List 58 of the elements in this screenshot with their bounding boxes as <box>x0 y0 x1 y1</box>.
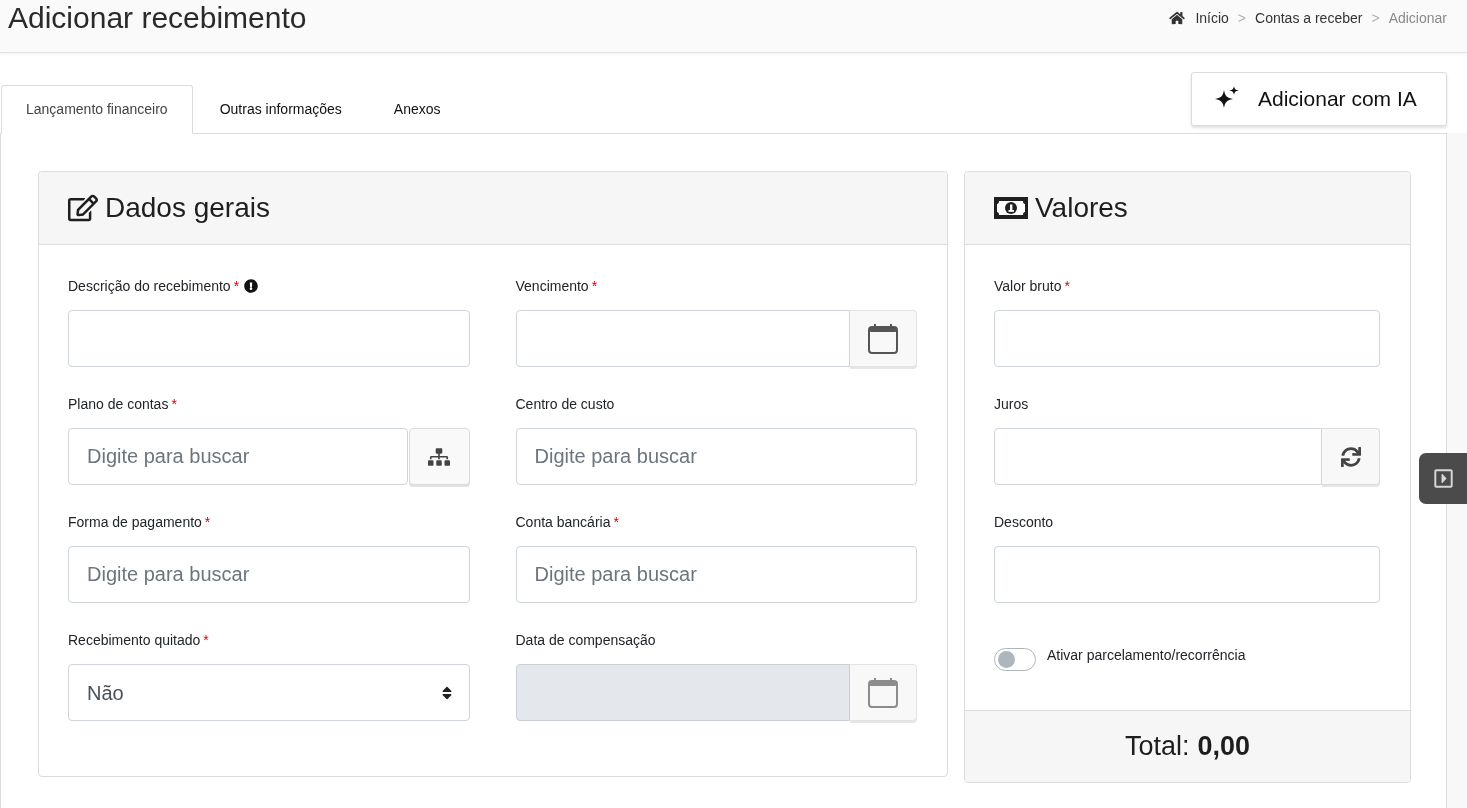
field-label: Data de compensação <box>515 630 656 650</box>
field-label: Vencimento <box>515 276 589 296</box>
toggle-label: Ativar parcelamento/recorrência <box>1047 646 1246 665</box>
field-label: Conta bancária <box>515 512 611 532</box>
required-mark: * <box>613 515 619 529</box>
required-mark: * <box>591 279 598 293</box>
calendar-icon <box>868 323 898 354</box>
required-mark: * <box>1064 279 1070 293</box>
field-label: Descrição do recebimento <box>68 276 231 296</box>
sitemap-icon <box>428 446 450 467</box>
tab[interactable]: Lançamento financeiro <box>1 85 193 134</box>
refresh-button[interactable] <box>1322 428 1380 485</box>
field-label: Recebimento quitado <box>68 630 201 650</box>
breadcrumb-link[interactable]: Contas a receber <box>1255 7 1363 29</box>
calendar-button[interactable] <box>850 310 917 367</box>
search-field[interactable]: Digite para buscar <box>68 428 408 485</box>
tree-button[interactable] <box>408 428 470 485</box>
banknote-icon <box>994 197 1028 219</box>
input-field[interactable] <box>994 428 1322 485</box>
breadcrumb-link[interactable]: Início <box>1169 7 1229 29</box>
required-mark: * <box>233 279 240 293</box>
page-title: Adicionar recebimento <box>8 0 307 36</box>
field-label: Forma de pagamento <box>68 512 202 532</box>
calendar-button[interactable] <box>850 664 917 721</box>
total-value: 0,00 <box>1197 730 1251 764</box>
home-icon <box>1169 11 1186 25</box>
input-field[interactable] <box>68 310 470 367</box>
required-mark: * <box>204 515 211 529</box>
breadcrumb-separator: > <box>1237 8 1247 28</box>
field-label: Valor bruto <box>994 276 1062 296</box>
field-label: Desconto <box>994 512 1054 532</box>
play-icon <box>1432 468 1454 489</box>
field-label: Plano de contas <box>68 394 169 414</box>
search-field[interactable]: Digite para buscar <box>68 546 470 603</box>
field-label: Juros <box>994 394 1029 414</box>
tab[interactable]: Outras informações <box>194 85 367 134</box>
ai-add-button[interactable]: Adicionar com IA <box>1191 72 1447 126</box>
input-field[interactable] <box>994 546 1380 603</box>
calendar-icon <box>868 677 898 708</box>
required-mark: * <box>171 397 177 411</box>
card-title: Valores <box>1035 191 1128 225</box>
tab[interactable]: Anexos <box>368 85 466 134</box>
side-panel-button[interactable] <box>1419 453 1467 504</box>
edit-icon <box>68 194 98 222</box>
search-field[interactable]: Digite para buscar <box>515 428 917 485</box>
sort-caret-icon <box>440 684 453 701</box>
toggle-switch[interactable] <box>994 648 1036 671</box>
select-field[interactable]: Não <box>68 664 470 721</box>
input-field[interactable] <box>994 310 1380 367</box>
field-label: Centro de custo <box>515 394 615 414</box>
date-field[interactable] <box>515 310 850 367</box>
refresh-icon <box>1340 446 1361 467</box>
search-field[interactable]: Digite para buscar <box>515 546 917 603</box>
breadcrumb-separator: > <box>1371 8 1380 28</box>
info-icon[interactable] <box>244 279 259 293</box>
required-mark: * <box>203 633 209 647</box>
card-title: Dados gerais <box>105 191 270 225</box>
total-label: Total: <box>1124 730 1190 764</box>
